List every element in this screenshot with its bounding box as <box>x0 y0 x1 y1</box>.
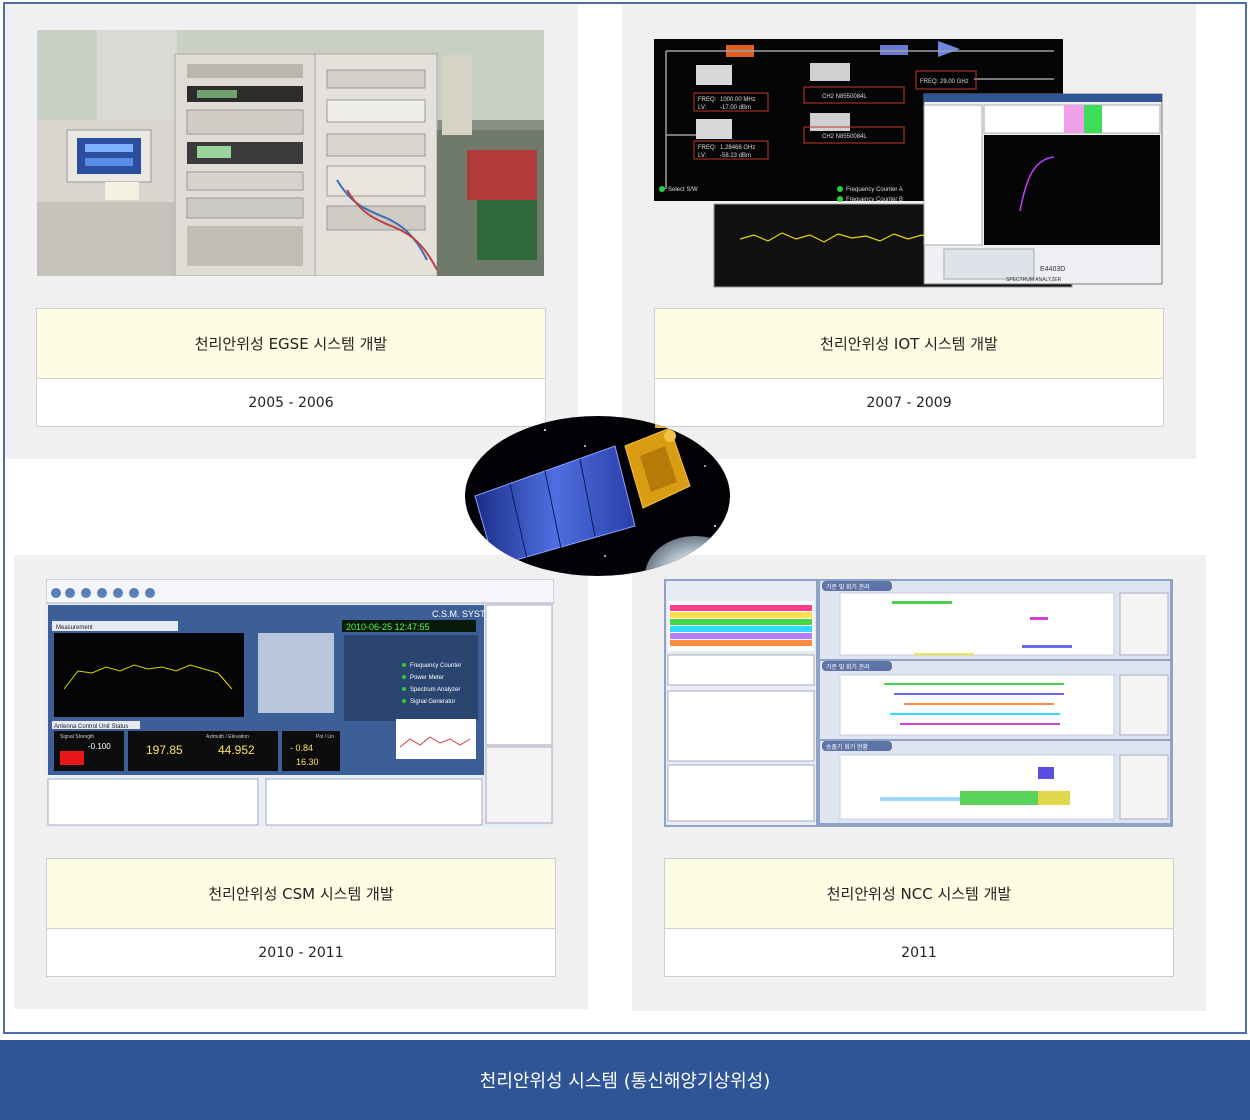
project-period: 2005 - 2006 <box>248 395 334 411</box>
iot-lv-b: LV: <box>698 153 707 159</box>
csm-sg: Signal Generator <box>410 699 455 705</box>
project-card-ncc: 천리안위성 NCC 시스템 개발 2011 <box>664 858 1174 977</box>
ncc-title1: 기준 및 회기 관리 <box>826 583 870 591</box>
csm-az: Azimuth / Elevation <box>206 734 249 740</box>
project-title: 천리안위성 CSM 시스템 개발 <box>47 859 555 929</box>
project-period: 2007 - 2009 <box>866 395 952 411</box>
project-card-iot: 천리안위성 IOT 시스템 개발 2007 - 2009 <box>654 308 1164 427</box>
footer-bar: 천리안위성 시스템 (통신해양기상위성) <box>0 1040 1250 1120</box>
csm-pol: Pol / Lin <box>316 734 334 740</box>
csm-pol1: - 0.84 <box>290 743 313 753</box>
project-card-egse: 천리안위성 EGSE 시스템 개발 2005 - 2006 <box>36 308 546 427</box>
csm-az-val: 197.85 <box>146 743 183 757</box>
iot-box2: CH2 N8550084L <box>822 134 867 140</box>
project-title: 천리안위성 NCC 시스템 개발 <box>665 859 1173 929</box>
iot-screenshot: FREQ: 1000.00 MHz LV: -17.00 dBm FREQ: 1… <box>654 39 1174 289</box>
csm-measurement: Measurement <box>56 625 93 631</box>
iot-box1: CH2 N8550084L <box>822 94 867 100</box>
csm-clock: 2010-06-25 12:47:55 <box>346 622 430 632</box>
csm-screenshot: C.S.M. SYSTEM 2010-06-25 12:47:55 Measur… <box>46 579 554 827</box>
iot-freq-a: FREQ: <box>698 97 717 103</box>
footer-title: 천리안위성 시스템 (통신해양기상위성) <box>479 1071 771 1092</box>
csm-acu: Antenna Control Unit Status <box>54 724 128 730</box>
ncc-title2: 기준 및 회기 관리 <box>826 663 870 671</box>
iot-freq-c: FREQ: <box>920 79 939 85</box>
iot-fc-a: Frequency Counter A <box>846 187 903 193</box>
iot-lv-a-val: -17.00 dBm <box>720 105 751 111</box>
iot-lv-a: LV: <box>698 105 707 111</box>
project-panel-iot: FREQ: 1000.00 MHz LV: -17.00 dBm FREQ: 1… <box>622 4 1196 459</box>
project-panel-csm: C.S.M. SYSTEM 2010-06-25 12:47:55 Measur… <box>14 555 588 1009</box>
iot-sa: SPECTRUM ANALYZER <box>1006 277 1062 283</box>
iot-freq-b-val: 1.28468 GHz <box>720 145 755 151</box>
csm-pm: Power Meter <box>410 675 444 681</box>
egse-photo <box>37 30 544 276</box>
project-card-csm: 천리안위성 CSM 시스템 개발 2010 - 2011 <box>46 858 556 977</box>
csm-signal: Signal Strength <box>60 734 94 740</box>
csm-fc: Frequency Counter <box>410 663 461 669</box>
iot-fc-b: Frequency Counter B <box>846 197 903 203</box>
project-title: 천리안위성 EGSE 시스템 개발 <box>37 309 545 379</box>
iot-freq-b: FREQ: <box>698 145 717 151</box>
csm-el-val: 44.952 <box>218 743 255 757</box>
csm-pol2: 16.30 <box>296 757 319 767</box>
iot-select-sw: Select S/W <box>668 187 698 193</box>
csm-sa: Spectrum Analyzer <box>410 687 460 693</box>
project-panel-ncc: 기준 및 회기 관리 기준 및 회기 관리 송출기 회기 현황 천리안위성 NC… <box>632 555 1206 1011</box>
iot-freq-c-val: 29.00 GHz <box>940 79 969 85</box>
iot-freq-a-val: 1000.00 MHz <box>720 97 756 103</box>
project-period: 2011 <box>901 945 937 961</box>
iot-model: E4403D <box>1040 266 1065 273</box>
iot-lv-b-val: -58.23 dBm <box>720 153 751 159</box>
project-panel-egse: 천리안위성 EGSE 시스템 개발 2005 - 2006 <box>5 4 578 459</box>
ncc-title3: 송출기 회기 현황 <box>826 743 868 751</box>
project-period: 2010 - 2011 <box>258 945 344 961</box>
satellite-image <box>465 416 730 576</box>
ncc-screenshot: 기준 및 회기 관리 기준 및 회기 관리 송출기 회기 현황 <box>664 579 1173 827</box>
project-title: 천리안위성 IOT 시스템 개발 <box>655 309 1163 379</box>
csm-signal-val: -0.100 <box>88 742 111 751</box>
